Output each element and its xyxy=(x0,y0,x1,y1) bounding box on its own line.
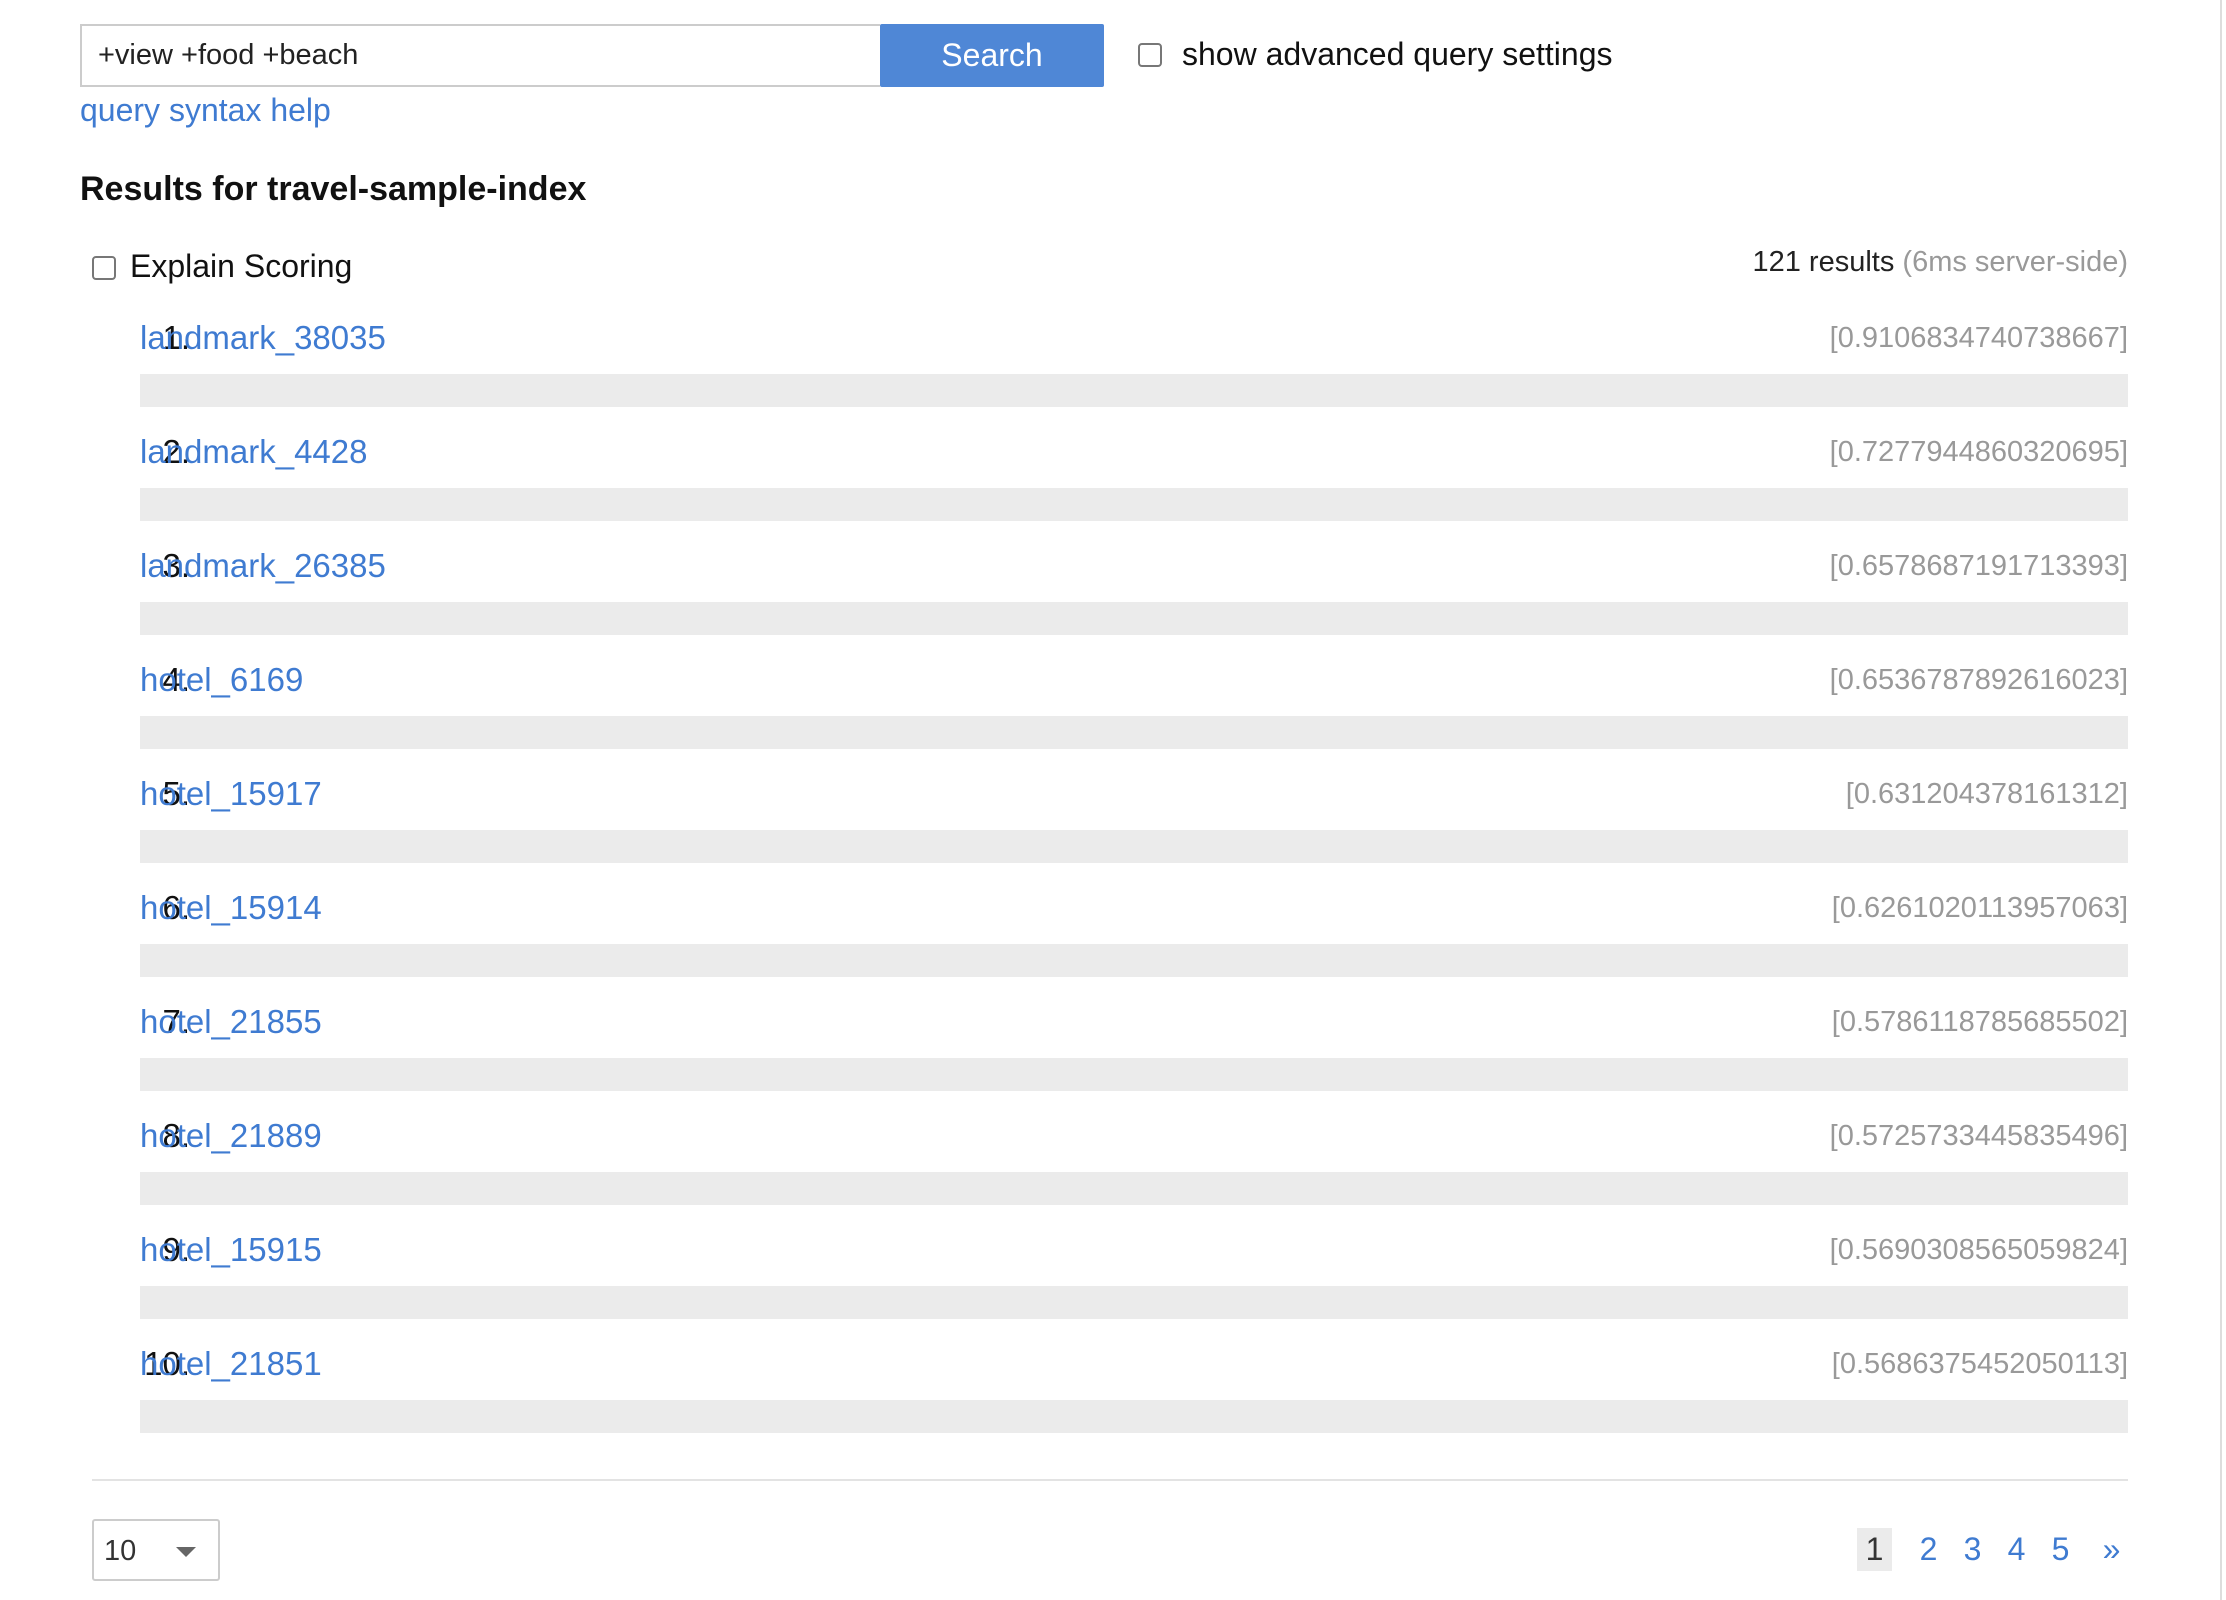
page-4[interactable]: 4 xyxy=(1999,1528,2034,1571)
result-score: [0.5786118785685502] xyxy=(1831,1006,2128,1038)
result-score: [0.6536787892616023] xyxy=(1829,664,2128,696)
result-row: 6. hotel_15914 [0.6261020113957063] xyxy=(60,886,2128,1000)
result-score: [0.6578687191713393] xyxy=(1829,550,2128,582)
result-preview-bar xyxy=(140,1286,2128,1319)
page-size-select[interactable]: 10 xyxy=(92,1519,220,1581)
result-link[interactable]: hotel_15917 xyxy=(140,772,322,816)
result-preview-bar xyxy=(140,716,2128,749)
result-preview-bar xyxy=(140,1172,2128,1205)
page-1[interactable]: 1 xyxy=(1857,1528,1892,1571)
result-preview-bar xyxy=(140,374,2128,407)
page-3[interactable]: 3 xyxy=(1955,1528,1990,1571)
result-score: [0.9106834740738667] xyxy=(1829,322,2128,354)
result-score: [0.5686375452050113] xyxy=(1831,1348,2128,1380)
result-link[interactable]: landmark_26385 xyxy=(140,544,386,588)
result-link[interactable]: hotel_21855 xyxy=(140,1000,322,1044)
result-row: 10. hotel_21851 [0.5686375452050113] xyxy=(60,1342,2128,1456)
results-count: 121 results (6ms server-side) xyxy=(1752,246,2128,279)
result-link[interactable]: hotel_15914 xyxy=(140,886,322,930)
next-page[interactable]: » xyxy=(2094,1528,2129,1571)
page-size-value: 10 xyxy=(104,1535,137,1567)
result-preview-bar xyxy=(140,1058,2128,1091)
result-preview-bar xyxy=(140,830,2128,863)
search-button[interactable]: Search xyxy=(880,24,1104,87)
result-link[interactable]: hotel_6169 xyxy=(140,658,303,702)
advanced-settings-checkbox[interactable] xyxy=(1138,43,1162,67)
result-link[interactable]: landmark_38035 xyxy=(140,316,386,360)
scrollbar[interactable] xyxy=(2220,0,2222,1600)
search-input[interactable] xyxy=(80,24,880,87)
page-5[interactable]: 5 xyxy=(2043,1528,2078,1571)
result-link[interactable]: hotel_21889 xyxy=(140,1114,322,1158)
result-preview-bar xyxy=(140,488,2128,521)
result-preview-bar xyxy=(140,1400,2128,1433)
result-link[interactable]: landmark_4428 xyxy=(140,430,368,474)
divider xyxy=(92,1479,2128,1481)
result-score: [0.6261020113957063] xyxy=(1831,892,2128,924)
result-score: [0.5725733445835496] xyxy=(1829,1120,2128,1152)
result-link[interactable]: hotel_21851 xyxy=(140,1342,322,1386)
result-row: 2. landmark_4428 [0.7277944860320695] xyxy=(60,430,2128,544)
server-time: (6ms server-side) xyxy=(1902,246,2128,278)
result-row: 4. hotel_6169 [0.6536787892616023] xyxy=(60,658,2128,772)
result-preview-bar xyxy=(140,944,2128,977)
result-score: [0.5690308565059824] xyxy=(1829,1234,2128,1266)
result-link[interactable]: hotel_15915 xyxy=(140,1228,322,1272)
query-syntax-help-link[interactable]: query syntax help xyxy=(80,92,331,129)
result-row: 5. hotel_15917 [0.631204378161312] xyxy=(60,772,2128,886)
result-row: 1. landmark_38035 [0.9106834740738667] xyxy=(60,316,2128,430)
result-preview-bar xyxy=(140,602,2128,635)
advanced-settings-label[interactable]: show advanced query settings xyxy=(1182,36,1612,73)
chevron-down-icon xyxy=(176,1547,196,1557)
page-2[interactable]: 2 xyxy=(1911,1528,1946,1571)
result-score: [0.631204378161312] xyxy=(1845,778,2128,810)
result-row: 3. landmark_26385 [0.6578687191713393] xyxy=(60,544,2128,658)
results-heading: Results for travel-sample-index xyxy=(80,170,587,208)
results-total: 121 results xyxy=(1752,246,1895,278)
explain-scoring-checkbox[interactable] xyxy=(92,256,116,280)
result-row: 7. hotel_21855 [0.5786118785685502] xyxy=(60,1000,2128,1114)
result-score: [0.7277944860320695] xyxy=(1829,436,2128,468)
result-row: 9. hotel_15915 [0.5690308565059824] xyxy=(60,1228,2128,1342)
result-row: 8. hotel_21889 [0.5725733445835496] xyxy=(60,1114,2128,1228)
explain-scoring-label[interactable]: Explain Scoring xyxy=(130,248,352,285)
